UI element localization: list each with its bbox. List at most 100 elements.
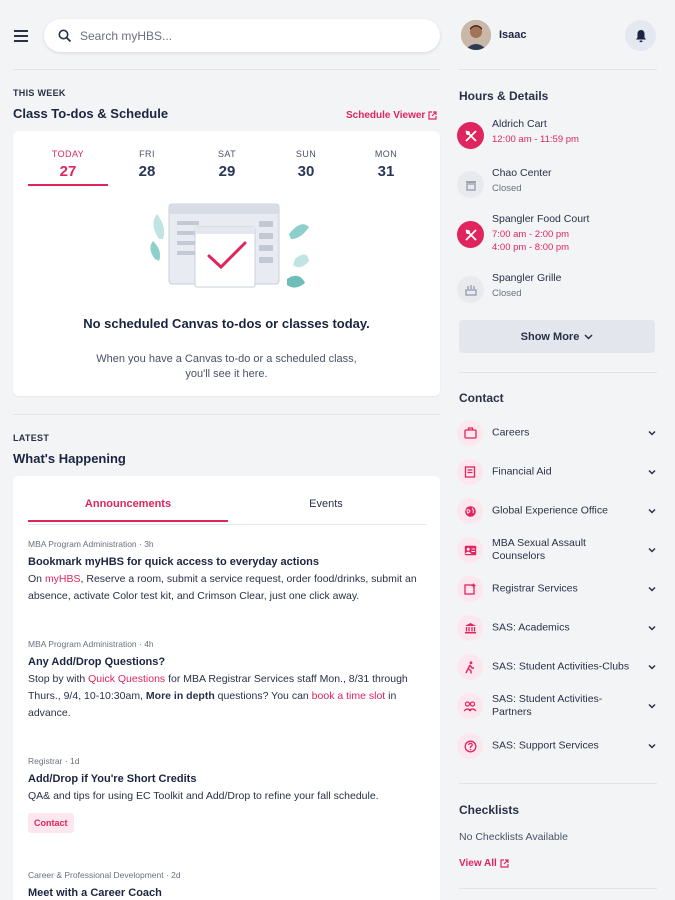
chevron-down-icon[interactable]	[647, 584, 657, 594]
venue-item[interactable]: Chao Center Closed	[457, 167, 657, 207]
contact-title: Contact	[459, 391, 504, 405]
venue-hours: Closed	[492, 183, 522, 194]
divider	[459, 783, 657, 784]
user-name[interactable]: Isaac	[499, 29, 527, 41]
contact-item-careers[interactable]: Careers	[457, 415, 657, 451]
contact-item-global-experience[interactable]: Global Experience Office	[457, 493, 657, 529]
search-bar[interactable]	[44, 19, 440, 52]
contact-chip[interactable]: Contact	[28, 813, 74, 833]
day-fri[interactable]: FRI 28	[107, 149, 187, 180]
contact-label: SAS: Student Activities-Partners	[492, 693, 603, 718]
day-number: 30	[297, 163, 315, 180]
show-more-button[interactable]: Show More	[459, 320, 655, 353]
day-name: FRI	[139, 149, 155, 159]
tab-announcements[interactable]: Announcements	[28, 498, 228, 522]
contact-item-support-services[interactable]: SAS: Support Services	[457, 728, 657, 764]
menu-icon[interactable]	[12, 28, 32, 44]
contact-item-sas-academics[interactable]: SAS: Academics	[457, 610, 657, 646]
day-name: SAT	[217, 149, 237, 159]
chevron-down-icon[interactable]	[647, 623, 657, 633]
contact-item-student-activities-clubs[interactable]: SAS: Student Activities-Clubs	[457, 649, 657, 685]
schedule-title: Class To-dos & Schedule	[13, 106, 169, 121]
empty-schedule-illustration	[149, 199, 309, 304]
contact-item-financial-aid[interactable]: Financial Aid	[457, 454, 657, 490]
chevron-down-icon[interactable]	[647, 428, 657, 438]
contact-label: Careers	[492, 426, 530, 439]
show-more-label: Show More	[520, 330, 580, 343]
contact-label: MBA Sexual Assault Counselors	[492, 537, 586, 562]
announcement-body: QA& and tips for using EC Toolkit and Ad…	[28, 790, 379, 802]
tab-divider	[28, 524, 426, 525]
avatar[interactable]	[461, 20, 491, 50]
chevron-down-icon[interactable]	[647, 506, 657, 516]
venue-item[interactable]: Spangler Food Court 7:00 am - 2:00 pm 4:…	[457, 213, 657, 259]
chevron-down-icon[interactable]	[647, 545, 657, 555]
divider	[459, 888, 657, 889]
venue-name: Spangler Food Court	[492, 213, 590, 225]
myhbs-link[interactable]: myHBS	[45, 573, 81, 585]
day-number: 28	[138, 163, 156, 180]
venue-name: Spangler Grille	[492, 272, 562, 284]
divider	[13, 414, 440, 415]
announcement-item[interactable]: MBA Program Administration · 4h Any Add/…	[28, 639, 426, 722]
venue-hours: 12:00 am - 11:59 pm	[492, 134, 579, 145]
venue-item[interactable]: Spangler Grille Closed	[457, 272, 657, 312]
contact-label: Global Experience Office	[492, 504, 608, 517]
divider	[13, 69, 440, 70]
announcement-item[interactable]: Registrar · 1d Add/Drop if You're Short …	[28, 756, 426, 833]
divider	[459, 372, 657, 373]
contact-label: Registrar Services	[492, 582, 578, 595]
tab-events[interactable]: Events	[226, 498, 426, 520]
contact-label: SAS: Academics	[492, 621, 570, 634]
announcement-meta: Registrar · 1d	[28, 756, 80, 766]
book-time-slot-link[interactable]: book a time slot	[312, 690, 386, 702]
checklists-title: Checklists	[459, 803, 520, 817]
view-all-link[interactable]: View All	[459, 858, 509, 869]
id-card-icon	[457, 537, 483, 563]
day-sat[interactable]: SAT 29	[187, 149, 267, 180]
venue-name: Aldrich Cart	[492, 118, 547, 130]
announcement-meta: MBA Program Administration · 3h	[28, 539, 154, 549]
contact-item-student-activities-partners[interactable]: SAS: Student Activities-Partners	[457, 688, 657, 724]
grill-icon	[457, 276, 484, 303]
search-icon	[58, 29, 72, 43]
schedule-viewer-link[interactable]: Schedule Viewer	[346, 110, 437, 121]
globe-icon	[457, 498, 483, 524]
day-sun[interactable]: SUN 30	[266, 149, 346, 180]
announcement-meta: MBA Program Administration · 4h	[28, 639, 154, 649]
announcement-title: Bookmark myHBS for quick access to every…	[28, 556, 320, 568]
day-today[interactable]: TODAY 27	[28, 149, 108, 186]
announcement-item[interactable]: Career & Professional Development · 2d M…	[28, 870, 426, 899]
chevron-down-icon[interactable]	[647, 701, 657, 711]
venue-hours: 7:00 am - 2:00 pm 4:00 pm - 8:00 pm	[492, 229, 570, 253]
utensils-icon	[457, 122, 484, 149]
announcement-body: Stop by with Quick Questions for MBA Reg…	[28, 673, 408, 719]
day-name: SUN	[295, 149, 317, 159]
day-number: 31	[377, 163, 395, 180]
contact-label: Financial Aid	[492, 465, 552, 478]
calendar-add-icon	[457, 576, 483, 602]
day-mon[interactable]: MON 31	[346, 149, 426, 180]
venue-item[interactable]: Aldrich Cart 12:00 am - 11:59 pm	[457, 118, 657, 158]
schedule-card: TODAY 27 FRI 28 SAT 29 SUN 30 MON 31 No …	[13, 131, 440, 396]
chevron-down-icon[interactable]	[647, 741, 657, 751]
announcement-item[interactable]: MBA Program Administration · 3h Bookmark…	[28, 539, 426, 605]
schedule-viewer-label: Schedule Viewer	[346, 110, 426, 121]
chevron-down-icon[interactable]	[647, 467, 657, 477]
view-all-label: View All	[459, 858, 497, 869]
briefcase-icon	[457, 420, 483, 446]
hours-title: Hours & Details	[459, 89, 549, 103]
chevron-down-icon[interactable]	[647, 662, 657, 672]
contact-label: SAS: Student Activities-Clubs	[492, 660, 630, 673]
external-link-icon	[500, 859, 509, 868]
contact-item-registrar-services[interactable]: Registrar Services	[457, 571, 657, 607]
contact-item-sexual-assault-counselors[interactable]: MBA Sexual Assault Counselors	[457, 532, 657, 568]
venue-name: Chao Center	[492, 167, 552, 179]
people-icon	[457, 693, 483, 719]
quick-questions-link[interactable]: Quick Questions	[88, 673, 165, 685]
person-run-icon	[457, 654, 483, 680]
empty-schedule-description: When you have a Canvas to-do or a schedu…	[96, 353, 357, 380]
document-icon	[457, 459, 483, 485]
notifications-button[interactable]	[625, 20, 656, 51]
search-input[interactable]	[80, 28, 400, 43]
